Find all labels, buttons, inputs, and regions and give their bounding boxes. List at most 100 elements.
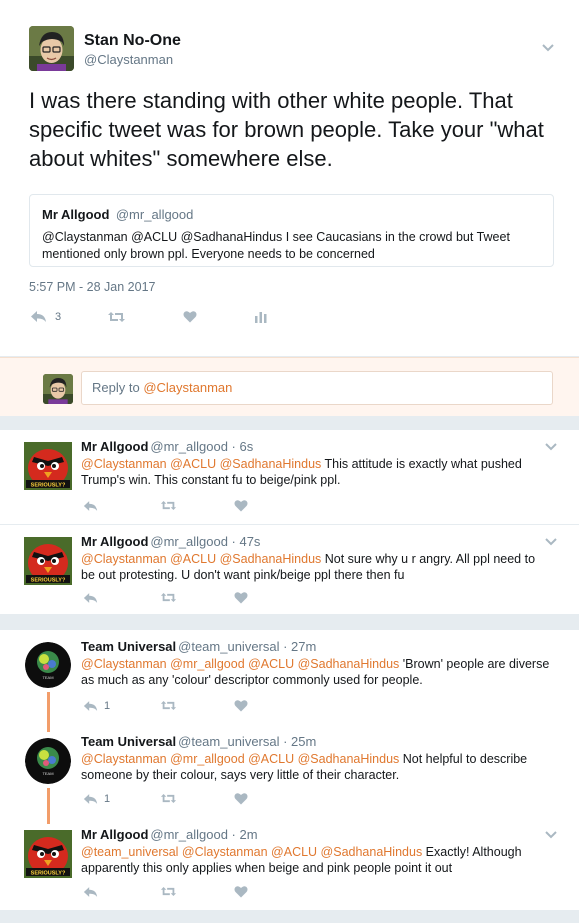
quoted-tweet[interactable]: Mr Allgood @mr_allgood @Claystanman @ACL… [29,194,554,267]
reply-mentions[interactable]: @team_universal @Claystanman @ACLU @Sadh… [81,845,422,859]
reply-button[interactable]: 1 [83,700,110,712]
reply-author-name: Mr Allgood [81,439,149,454]
like-button[interactable] [234,499,248,512]
avatar[interactable]: TEAM [25,642,71,688]
retweet-button[interactable] [160,793,177,804]
reply-icon [83,700,98,712]
like-button[interactable] [234,591,248,604]
reply-mentions[interactable]: @Claystanman @mr_allgood @ACLU @SadhanaH… [81,657,399,671]
retweet-icon [160,793,177,804]
avatar[interactable]: SERIOUSLY? [24,442,72,490]
main-tweet: Stan No-One @Claystanman I was there sta… [0,0,579,356]
reply-count: 3 [55,310,62,323]
reply-text: @team_universal @Claystanman @ACLU @Sadh… [81,844,551,876]
reply-input-mention: @Claystanman [143,380,233,395]
reply-count: 1 [104,793,111,805]
reply-author[interactable]: Mr Allgood @mr_allgood · 6s [81,439,253,454]
heart-icon [183,310,197,323]
retweet-button[interactable] [160,886,177,897]
reply-author-name: Mr Allgood [81,534,149,549]
reply-tweet[interactable]: TEAM Team Universal @team_universal · 25m… [0,726,579,820]
reply-count: 1 [104,700,111,712]
analytics-button[interactable] [255,310,267,323]
reply-thread-group: TEAM Team Universal @team_universal · 27m… [0,630,579,910]
avatar[interactable]: SERIOUSLY? [24,537,72,585]
reply-tweet[interactable]: TEAM Team Universal @team_universal · 27m… [0,630,579,726]
reply-button[interactable]: 1 [83,793,110,805]
chevron-down-icon[interactable] [541,43,555,53]
retweet-icon [160,500,177,511]
svg-text:SERIOUSLY?: SERIOUSLY? [31,578,66,584]
retweet-button[interactable] [107,311,126,323]
reply-tweet[interactable]: SERIOUSLY? Mr Allgood @mr_allgood · 6s @C… [0,430,579,524]
like-button[interactable] [234,792,248,805]
reply-thread-group: SERIOUSLY? Mr Allgood @mr_allgood · 6s @C… [0,430,579,614]
reply-author[interactable]: Mr Allgood @mr_allgood · 47s [81,534,260,549]
reply-button[interactable] [83,886,98,898]
reply-icon [83,592,98,604]
heart-icon [234,792,248,805]
reply-text: @Claystanman @ACLU @SadhanaHindus Not su… [81,551,551,583]
quote-text: @Claystanman @ACLU @SadhanaHindus I see … [42,230,510,261]
retweet-button[interactable] [160,592,177,603]
author-handle[interactable]: @Claystanman [84,52,173,67]
avatar[interactable]: TEAM [25,738,71,784]
like-button[interactable] [234,885,248,898]
reply-icon [83,793,98,805]
chevron-down-icon[interactable] [544,537,558,547]
svg-text:TEAM: TEAM [42,771,53,776]
reply-author-meta: @mr_allgood · 6s [150,439,254,454]
reply-button[interactable] [83,500,98,512]
retweet-icon [160,886,177,897]
heart-icon [234,885,248,898]
chevron-down-icon[interactable] [544,830,558,840]
heart-icon [234,699,248,712]
retweet-icon [160,700,177,711]
avatar[interactable]: SERIOUSLY? [24,830,72,878]
reply-author-name: Mr Allgood [81,827,149,842]
reply-author[interactable]: Team Universal @team_universal · 27m [81,639,316,654]
like-button[interactable] [234,699,248,712]
reply-mentions[interactable]: @Claystanman @mr_allgood @ACLU @SadhanaH… [81,752,399,766]
reply-mentions[interactable]: @Claystanman @ACLU @SadhanaHindus [81,457,321,471]
reply-input-prefix: Reply to [92,380,144,395]
timestamp[interactable]: 5:57 PM - 28 Jan 2017 [29,280,155,294]
reply-text: @Claystanman @ACLU @SadhanaHindus This a… [81,456,551,488]
retweet-icon [107,311,126,323]
reply-tweet[interactable]: SERIOUSLY? Mr Allgood @mr_allgood · 47s @… [0,525,579,614]
reply-author-meta: @team_universal · 25m [178,734,317,749]
svg-text:SERIOUSLY?: SERIOUSLY? [31,871,66,877]
avatar [43,374,73,404]
reply-author-name: Team Universal [81,639,177,654]
svg-text:SERIOUSLY?: SERIOUSLY? [31,483,66,489]
reply-author-meta: @mr_allgood · 2m [150,827,258,842]
reply-box: Reply to @Claystanman [0,357,579,417]
bar-chart-icon [255,310,267,323]
tweet-text: I was there standing with other white pe… [29,88,544,171]
quote-author-name: Mr Allgood [42,207,110,222]
reply-text: @Claystanman @mr_allgood @ACLU @SadhanaH… [81,751,551,783]
reply-author[interactable]: Mr Allgood @mr_allgood · 2m [81,827,258,842]
reply-text: @Claystanman @mr_allgood @ACLU @SadhanaH… [81,656,551,688]
reply-icon [83,500,98,512]
heart-icon [234,591,248,604]
reply-input[interactable]: Reply to @Claystanman [81,371,553,405]
retweet-icon [160,592,177,603]
reply-tweet[interactable]: SERIOUSLY? Mr Allgood @mr_allgood · 2m @t… [0,820,579,910]
reply-icon [83,886,98,898]
chevron-down-icon[interactable] [544,442,558,452]
reply-author-meta: @mr_allgood · 47s [150,534,261,549]
reply-author[interactable]: Team Universal @team_universal · 25m [81,734,316,749]
reply-mentions[interactable]: @Claystanman @ACLU @SadhanaHindus [81,552,321,566]
reply-author-meta: @team_universal · 27m [178,639,317,654]
reply-icon [30,310,47,323]
svg-text:TEAM: TEAM [42,675,53,680]
avatar[interactable] [29,26,74,71]
reply-button[interactable]: 3 [30,310,61,323]
reply-button[interactable] [83,592,98,604]
like-button[interactable] [183,310,197,323]
retweet-button[interactable] [160,500,177,511]
author-name[interactable]: Stan No-One [84,32,181,50]
quote-author-handle: @mr_allgood [115,207,194,222]
retweet-button[interactable] [160,700,177,711]
